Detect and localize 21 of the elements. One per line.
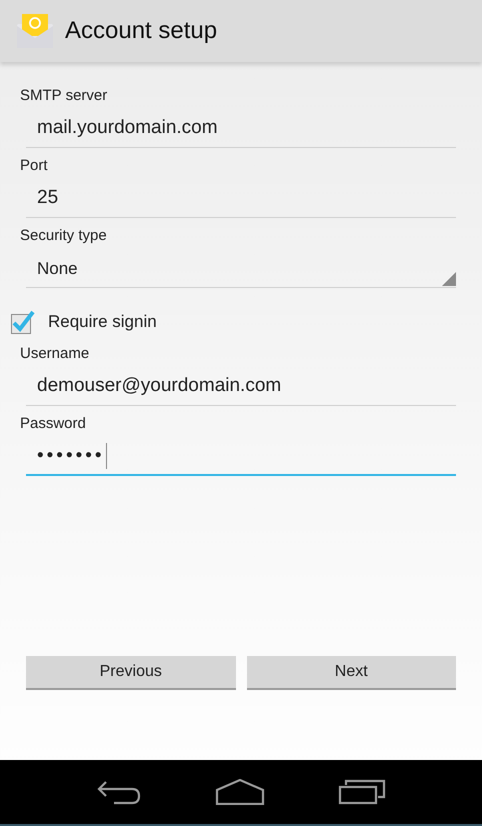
text-cursor [106,443,107,469]
back-icon[interactable] [96,779,142,805]
field-label: Username [19,344,90,364]
nav-button[interactable]: Next [246,656,456,690]
dropdown-arrow-icon [442,272,456,286]
field-label: SMTP server [19,86,108,106]
recent-apps-icon[interactable] [338,779,386,805]
field-label: Password [19,414,87,434]
field-label: Port [19,156,49,176]
input-field[interactable]: mail.yourdomain.com [26,106,456,148]
field-label: Security type [19,226,108,246]
screen-title: Account setup [65,16,218,46]
dropdown[interactable]: None [26,246,456,288]
input-field[interactable]: ••••••• [26,434,456,476]
checkbox-label: Require signin [48,311,157,334]
envelope-icon [17,14,53,48]
home-icon[interactable] [214,779,265,805]
input-field[interactable]: demouser@yourdomain.com [26,364,456,406]
checkbox[interactable] [10,309,36,335]
input-field[interactable]: 25 [26,176,456,218]
nav-button[interactable]: Previous [26,656,236,690]
